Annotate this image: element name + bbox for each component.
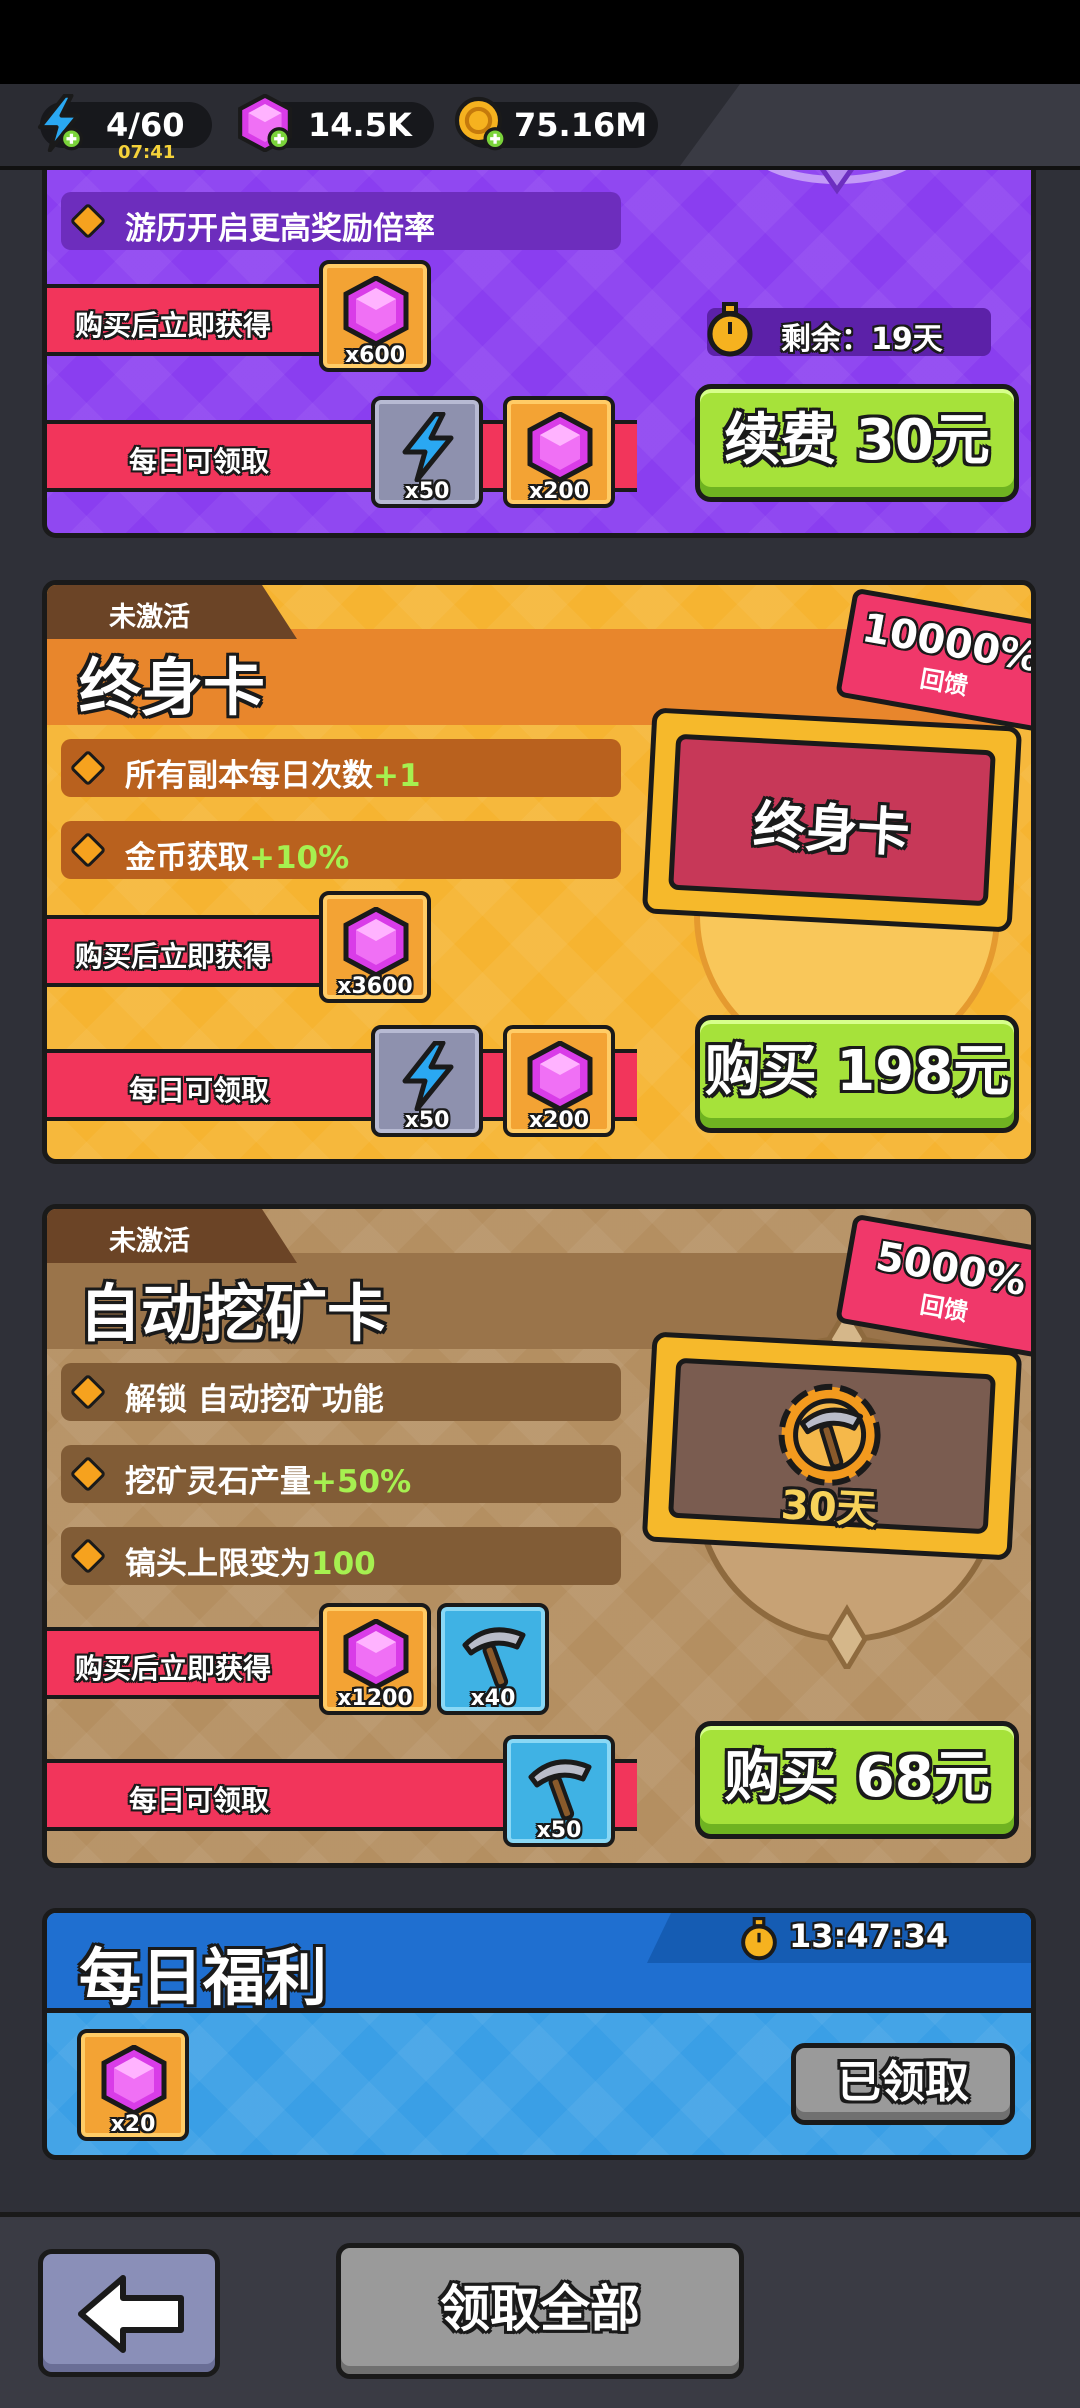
feature-row: 镐头上限变为100 bbox=[61, 1527, 621, 1585]
feature-row: 解锁 自动挖矿功能 bbox=[61, 1363, 621, 1421]
renew-button[interactable]: 续费 30元 bbox=[695, 384, 1019, 502]
back-button[interactable] bbox=[38, 2249, 220, 2377]
gem-value: 14.5K bbox=[308, 106, 412, 144]
diamond-bullet-icon bbox=[69, 1455, 107, 1493]
gem-icon bbox=[525, 1041, 595, 1111]
energy-value: 4/60 bbox=[106, 106, 185, 144]
reward-item-gem[interactable]: x1200 bbox=[319, 1603, 431, 1715]
lifetime-card-panel: 未激活 终身卡 终身卡 10000% 回馈 所有副本每日次数+1 金币获取+10… bbox=[42, 580, 1036, 1164]
currency-bar: 4/60 07:41 14.5K 75.16M bbox=[0, 84, 1080, 170]
gem-icon bbox=[236, 94, 294, 152]
diamond-bullet-icon bbox=[69, 831, 107, 869]
lifetime-card-art: 终身卡 bbox=[641, 707, 1023, 933]
gem-icon bbox=[525, 412, 595, 482]
reward-item-energy[interactable]: x50 bbox=[371, 396, 483, 508]
claimed-button[interactable]: 已领取 bbox=[791, 2043, 1015, 2125]
reward-item-gem[interactable]: x200 bbox=[503, 396, 615, 508]
gem-icon bbox=[341, 1619, 411, 1689]
buy-reward-ribbon: 购买后立即获得 bbox=[47, 1627, 347, 1699]
feature-row: 挖矿灵石产量+50% bbox=[61, 1445, 621, 1503]
stopwatch-icon bbox=[741, 1917, 777, 1961]
pickaxe-icon bbox=[525, 1751, 595, 1821]
reward-item-energy[interactable]: x50 bbox=[371, 1025, 483, 1137]
pickaxe-icon bbox=[459, 1619, 529, 1689]
feature-row: 金币获取+10% bbox=[61, 821, 621, 879]
panel-title: 自动挖矿卡 bbox=[79, 1277, 390, 1350]
mining-card-panel: 未激活 自动挖矿卡 30天 5000% 回馈 解锁 自动挖矿功能 挖矿灵石产量+… bbox=[42, 1204, 1036, 1868]
reward-item-gem[interactable]: x200 bbox=[503, 1025, 615, 1137]
bottom-bar: 领取全部 bbox=[0, 2212, 1080, 2408]
gem-counter[interactable]: 14.5K bbox=[246, 102, 434, 148]
monthly-card-panel: 游历开启更高奖励倍率 购买后立即获得 x600 每日可领取 x50 x200 剩… bbox=[42, 170, 1036, 538]
panel-title: 终身卡 bbox=[79, 651, 266, 724]
arrow-left-icon bbox=[78, 2275, 184, 2353]
feature-row: 游历开启更高奖励倍率 bbox=[61, 192, 621, 250]
reward-item-gem[interactable]: x3600 bbox=[319, 891, 431, 1003]
daily-welfare-panel: 每日福利 13:47:34 x20 已领取 bbox=[42, 1908, 1036, 2160]
coin-value: 75.16M bbox=[514, 106, 648, 144]
reward-item-gem[interactable]: x20 bbox=[77, 2029, 189, 2141]
buy-mining-button[interactable]: 购买 68元 bbox=[695, 1721, 1019, 1839]
lightning-icon bbox=[393, 412, 463, 482]
claim-all-button[interactable]: 领取全部 bbox=[336, 2243, 744, 2379]
coin-counter[interactable]: 75.16M bbox=[454, 96, 658, 151]
diamond-bullet-icon bbox=[69, 1537, 107, 1575]
gem-icon bbox=[99, 2045, 169, 2115]
stopwatch-icon bbox=[707, 302, 753, 357]
energy-counter[interactable]: 4/60 07:41 bbox=[40, 102, 212, 163]
panel-title: 每日福利 bbox=[79, 1941, 328, 2014]
buy-lifetime-button[interactable]: 购买 198元 bbox=[695, 1015, 1019, 1133]
reward-item-gem[interactable]: x600 bbox=[319, 260, 431, 372]
daily-timer: 13:47:34 bbox=[789, 1917, 949, 1955]
inactive-tag: 未激活 bbox=[47, 1209, 297, 1263]
diamond-bullet-icon bbox=[69, 202, 107, 240]
inactive-tag: 未激活 bbox=[47, 585, 297, 639]
emblem-icon bbox=[767, 170, 907, 195]
energy-timer: 07:41 bbox=[118, 142, 176, 163]
diamond-bullet-icon bbox=[69, 1373, 107, 1411]
status-bar bbox=[0, 0, 1080, 84]
buy-reward-ribbon: 购买后立即获得 bbox=[47, 284, 347, 356]
mining-card-art: 30天 bbox=[641, 1331, 1023, 1561]
reward-item-pickaxe[interactable]: x50 bbox=[503, 1735, 615, 1847]
lightning-icon bbox=[30, 94, 84, 152]
diamond-bullet-icon bbox=[69, 749, 107, 787]
gem-icon bbox=[341, 276, 411, 346]
remaining-time: 剩余：19天 bbox=[707, 302, 991, 357]
reward-item-pickaxe[interactable]: x40 bbox=[437, 1603, 549, 1715]
gem-icon bbox=[341, 907, 411, 977]
feature-row: 所有副本每日次数+1 bbox=[61, 739, 621, 797]
buy-reward-ribbon: 购买后立即获得 bbox=[47, 915, 347, 987]
coin-icon bbox=[454, 96, 507, 151]
lightning-icon bbox=[393, 1041, 463, 1111]
